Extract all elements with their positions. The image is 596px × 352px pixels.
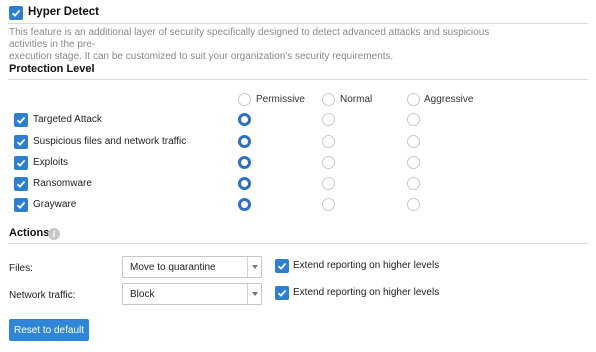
header-divider (8, 23, 588, 24)
radio-targeted-attack-aggressive[interactable] (407, 113, 420, 126)
row-label-exploits: Exploits (33, 157, 69, 168)
network-action-value: Block (130, 289, 155, 300)
radio-suspicious-files-aggressive[interactable] (407, 135, 420, 148)
radio-ransomware-aggressive[interactable] (407, 177, 420, 190)
radio-ransomware-permissive[interactable] (238, 177, 251, 190)
radio-grayware-normal[interactable] (322, 198, 335, 211)
protection-level-heading: Protection Level (9, 63, 95, 75)
actions-divider (8, 243, 588, 244)
network-action-select[interactable]: Block (122, 283, 262, 305)
network-dropdown-toggle[interactable] (247, 284, 261, 304)
row-checkbox-ransomware[interactable] (14, 177, 28, 191)
column-radio-aggressive[interactable] (407, 93, 420, 106)
hyper-detect-title: Hyper Detect (28, 6, 99, 18)
row-label-targeted-attack: Targeted Attack (33, 114, 102, 125)
chevron-down-icon (252, 292, 258, 296)
description-line: execution stage. It can be customized to… (9, 51, 394, 62)
chevron-down-icon (252, 265, 258, 269)
column-label-normal: Normal (340, 94, 373, 105)
row-checkbox-grayware[interactable] (14, 198, 28, 212)
checkmark-icon (277, 289, 287, 297)
row-label-suspicious-files: Suspicious files and network traffic (33, 136, 187, 147)
network-traffic-label: Network traffic: (9, 290, 76, 301)
checkmark-icon (16, 180, 26, 188)
radio-exploits-normal[interactable] (322, 156, 335, 169)
radio-exploits-aggressive[interactable] (407, 156, 420, 169)
radio-exploits-permissive[interactable] (238, 156, 251, 169)
feature-description: This feature is an additional layer of s… (9, 27, 509, 63)
checkmark-icon (16, 159, 26, 167)
column-label-permissive: Permissive (256, 94, 305, 105)
row-checkbox-exploits[interactable] (14, 156, 28, 170)
network-extend-reporting-checkbox[interactable] (275, 286, 289, 300)
files-extend-reporting-label: Extend reporting on higher levels (293, 260, 440, 271)
checkmark-icon (11, 9, 21, 17)
files-extend-reporting-checkbox[interactable] (275, 259, 289, 273)
radio-targeted-attack-permissive[interactable] (238, 113, 251, 126)
radio-grayware-permissive[interactable] (238, 198, 251, 211)
radio-suspicious-files-normal[interactable] (322, 135, 335, 148)
info-icon[interactable]: i (48, 228, 60, 240)
checkmark-icon (16, 201, 26, 209)
reset-to-default-button[interactable]: Reset to default (9, 319, 89, 341)
files-label: Files: (9, 263, 33, 274)
checkmark-icon (16, 116, 26, 124)
network-extend-reporting-label: Extend reporting on higher levels (293, 287, 440, 298)
row-checkbox-targeted-attack[interactable] (14, 113, 28, 127)
radio-targeted-attack-normal[interactable] (322, 113, 335, 126)
protection-divider (8, 79, 588, 80)
radio-ransomware-normal[interactable] (322, 177, 335, 190)
files-dropdown-toggle[interactable] (247, 257, 261, 277)
checkmark-icon (277, 262, 287, 270)
row-checkbox-suspicious-files[interactable] (14, 135, 28, 149)
files-action-select[interactable]: Move to quarantine (122, 256, 262, 278)
row-label-grayware: Grayware (33, 199, 77, 210)
files-action-value: Move to quarantine (130, 262, 216, 273)
column-label-aggressive: Aggressive (424, 94, 474, 105)
actions-heading: Actions (9, 227, 50, 239)
column-radio-permissive[interactable] (238, 93, 251, 106)
radio-grayware-aggressive[interactable] (407, 198, 420, 211)
row-label-ransomware: Ransomware (33, 178, 92, 189)
description-line: This feature is an additional layer of s… (9, 27, 490, 50)
column-radio-normal[interactable] (322, 93, 335, 106)
hyper-detect-checkbox[interactable] (9, 6, 23, 20)
checkmark-icon (16, 138, 26, 146)
radio-suspicious-files-permissive[interactable] (238, 135, 251, 148)
